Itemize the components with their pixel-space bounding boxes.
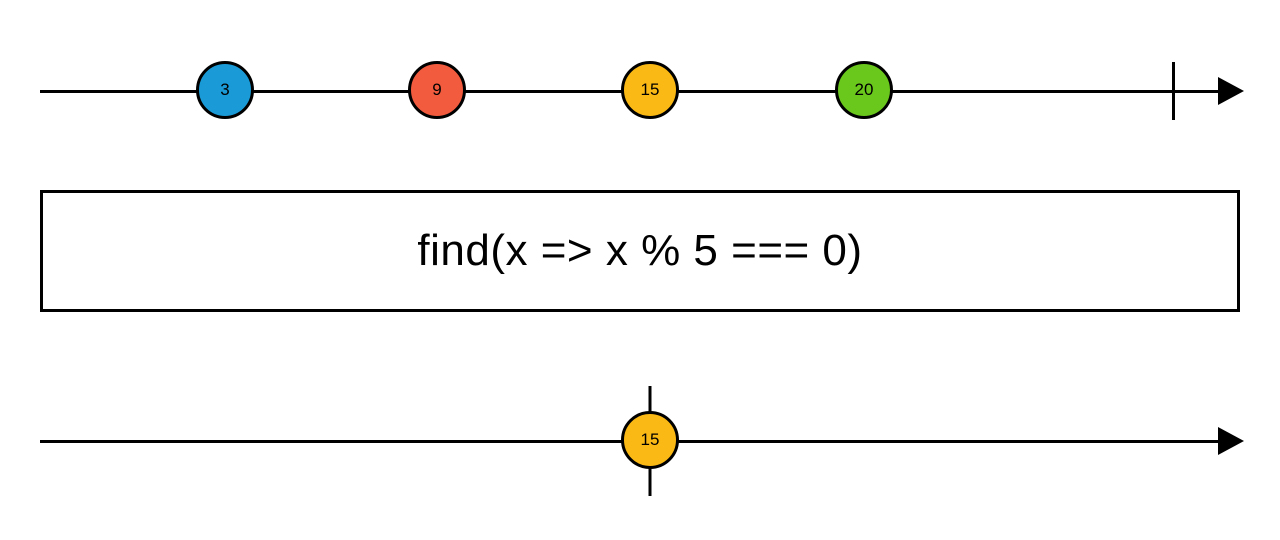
marble-value: 9 [432,80,441,100]
marble-value: 15 [641,430,660,450]
input-marble: 20 [835,61,893,119]
arrow-right-icon [1218,427,1244,455]
marble-value: 20 [855,80,874,100]
arrow-right-icon [1218,77,1244,105]
operator-label: find(x => x % 5 === 0) [417,226,862,276]
completion-tick [1172,62,1175,120]
marble-diagram: { "colors": { "blue": "#1a9bd7", "red": … [0,0,1280,540]
input-marble: 15 [621,61,679,119]
operator-box: find(x => x % 5 === 0) [40,190,1240,312]
marble-value: 15 [641,80,660,100]
output-marble: 15 [621,411,679,469]
marble-value: 3 [220,80,229,100]
input-marble: 9 [408,61,466,119]
input-marble: 3 [196,61,254,119]
